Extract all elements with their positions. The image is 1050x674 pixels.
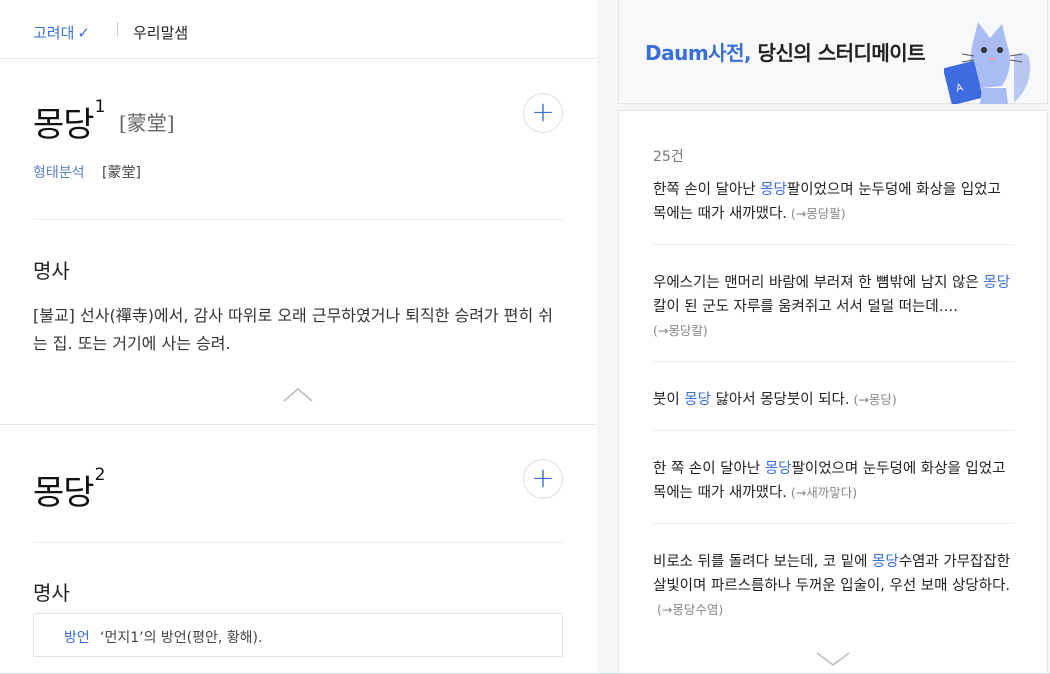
example-source-link[interactable]: (→몽당팔): [791, 206, 846, 221]
check-icon: ✓: [77, 24, 90, 42]
dialect-text[interactable]: ‘먼지1’의 방언(평안, 황해).: [100, 627, 262, 647]
definition-text: [불교] 선사(禪寺)에서, 감사 따위로 오래 근무하였거나 퇴직한 승려가 …: [33, 306, 553, 353]
part-of-speech: 명사: [33, 581, 70, 605]
entry-word: 몽당: [33, 473, 95, 513]
example-source-link[interactable]: (→새까맣다): [791, 485, 857, 500]
dialect-box: 방언 ‘먼지1’의 방언(평안, 황해).: [33, 613, 563, 657]
entry-word-title: 몽당1: [33, 97, 106, 146]
tab-urimalsaem[interactable]: 우리말샘: [133, 22, 188, 43]
example-item[interactable]: 한쪽 손이 달아난 몽당팔이었으며 눈두덩에 화상을 입었고 목에는 때가 새까…: [653, 173, 1015, 245]
entry-2: 몽당2 + 명사 방언 ‘먼지1’의 방언(평안, 황해).: [0, 425, 597, 673]
examples-count: 25건: [653, 149, 684, 165]
part-of-speech: 명사: [33, 259, 70, 283]
entry-1: 몽당1 [蒙堂] + 형태분석 [蒙堂] 명사 [불교] 선사(禪寺)에서, 감…: [0, 59, 597, 425]
example-source-link[interactable]: (→몽당): [853, 392, 896, 407]
promo-brand: Daum사전,: [645, 41, 752, 65]
entry-homonym-number: 1: [94, 97, 106, 117]
side-panel: Daum사전, 당신의 스터디메이트 A 25건 한쪽 손이 달아난 몽당팔이었…: [597, 0, 1050, 674]
example-item[interactable]: 비로소 뒤를 돌려다 보는데, 코 밑에 몽당수염과 가무잡잡한 살빛이며 파르…: [653, 524, 1015, 640]
tab-korea-univ[interactable]: 고려대 ✓: [33, 22, 90, 43]
entry-hanja: [蒙堂]: [119, 111, 175, 135]
entry-word-title: 몽당2: [33, 465, 106, 514]
promo-tagline: 당신의 스터디메이트: [751, 41, 926, 65]
entry-homonym-number: 2: [94, 465, 106, 485]
promo-text: Daum사전, 당신의 스터디메이트: [645, 37, 926, 66]
dictionary-tabs: 고려대 ✓ 우리말샘: [0, 0, 597, 59]
expand-chevron-icon[interactable]: [816, 647, 850, 669]
divider: [33, 542, 563, 543]
add-to-wordbook-button[interactable]: +: [523, 459, 563, 499]
morph-analysis-value: [蒙堂]: [102, 165, 141, 181]
divider: [33, 219, 563, 220]
cat-mascot-icon: A: [944, 22, 1031, 104]
tab-separator: [117, 22, 118, 36]
dictionary-main-panel: 고려대 ✓ 우리말샘 몽당1 [蒙堂] + 형태분석 [蒙堂] 명사 [불교] 선…: [0, 0, 597, 674]
example-item[interactable]: 한 쪽 손이 달아난 몽당팔이었으며 눈두덩에 화상을 입었고 목에는 때가 새…: [653, 431, 1015, 524]
example-source-link[interactable]: (→몽당수염): [657, 602, 723, 617]
add-to-wordbook-button[interactable]: +: [523, 93, 563, 133]
entry-word: 몽당: [33, 105, 95, 145]
example-source-link[interactable]: (→몽당칼): [653, 323, 708, 338]
daum-dictionary-promo[interactable]: Daum사전, 당신의 스터디메이트 A: [618, 0, 1048, 104]
examples-list: 한쪽 손이 달아난 몽당팔이었으며 눈두덩에 화상을 입었고 목에는 때가 새까…: [653, 173, 1015, 640]
morph-analysis-label[interactable]: 형태분석: [33, 162, 85, 182]
example-item[interactable]: 우에스기는 맨머리 바람에 부러져 한 뼘밖에 남지 않은 몽당칼이 된 군도 …: [653, 245, 1015, 362]
examples-panel: 25건 한쪽 손이 달아난 몽당팔이었으며 눈두덩에 화상을 입었고 목에는 때…: [618, 110, 1048, 674]
example-item[interactable]: 붓이 몽당 닳아서 몽당붓이 되다. (→몽당): [653, 362, 1015, 431]
collapse-chevron-icon[interactable]: [283, 381, 313, 411]
dialect-label: 방언: [64, 630, 90, 646]
